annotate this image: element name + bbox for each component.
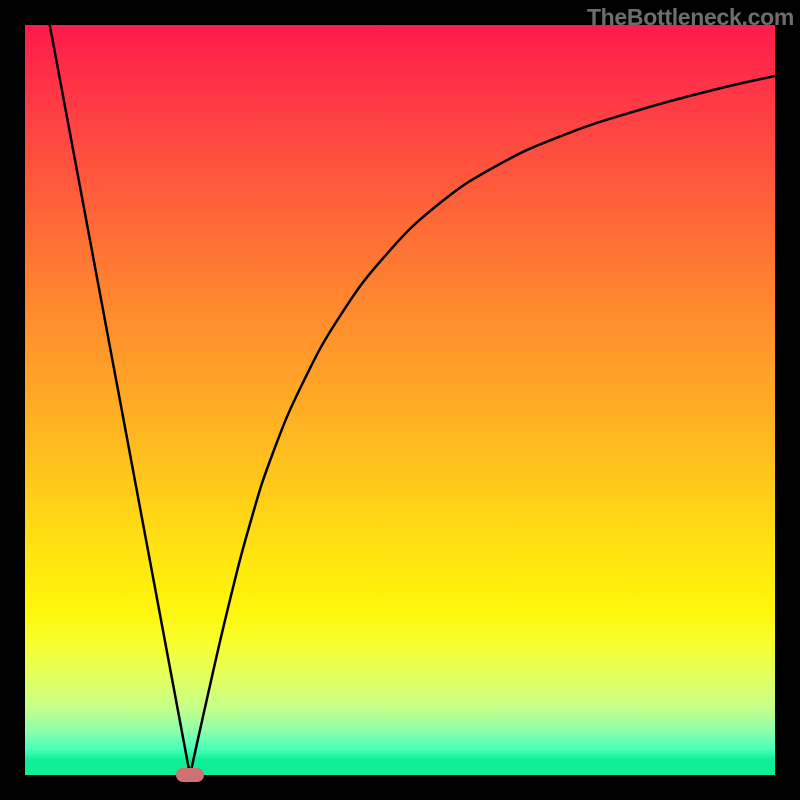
chart-frame: TheBottleneck.com [0, 0, 800, 800]
optimal-marker [176, 768, 204, 782]
plot-area [25, 25, 775, 775]
bottleneck-curve-path [50, 25, 775, 775]
watermark-text: TheBottleneck.com [587, 4, 794, 31]
curve-layer [25, 25, 775, 775]
